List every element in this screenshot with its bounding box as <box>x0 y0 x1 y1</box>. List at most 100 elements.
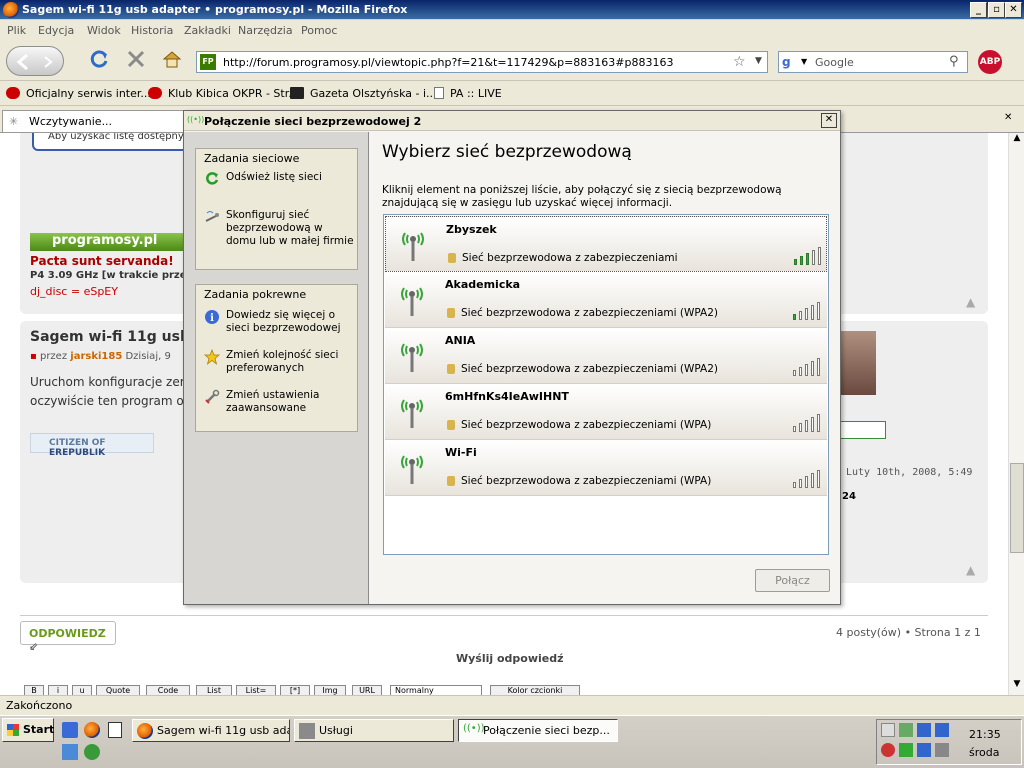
learn-more-link[interactable]: i Dowiedz się więcej o sieci bezprzewodo… <box>204 309 354 335</box>
scroll-down-icon[interactable]: ▼ <box>1010 679 1024 693</box>
post-author[interactable]: jarski185 <box>70 351 122 362</box>
connect-button[interactable]: Połącz <box>755 569 830 592</box>
home-icon[interactable] <box>162 49 182 69</box>
tray-icon[interactable] <box>899 723 913 737</box>
loading-spinner-icon: ✳ <box>9 115 19 128</box>
search-box[interactable]: g ▼ Google ⚲ <box>778 51 968 73</box>
signal-bar <box>817 358 820 376</box>
bookmark-item[interactable]: PA :: LIVE <box>434 87 502 100</box>
page-icon <box>434 87 444 99</box>
maximize-button[interactable]: ▫ <box>988 2 1005 18</box>
scroll-thumb[interactable] <box>1010 463 1024 553</box>
network-item[interactable]: 6mHfnKs4IeAwIHNT Sieć bezprzewodowa z zab… <box>385 384 827 440</box>
network-list[interactable]: Zbyszek Sieć bezprzewodowa z zabezpieczen… <box>383 214 829 555</box>
scroll-up-icon[interactable]: ▲ <box>1010 133 1024 147</box>
vertical-scrollbar[interactable]: ▲ ▼ <box>1008 133 1024 695</box>
reload-icon[interactable] <box>90 49 110 69</box>
start-button[interactable]: Start <box>2 718 54 742</box>
network-item[interactable]: ANIA Sieć bezprzewodowa z zabezpieczeniam… <box>385 328 827 384</box>
editor-img-button[interactable]: Img <box>314 685 346 695</box>
advanced-settings-link[interactable]: Zmień ustawienia zaawansowane <box>204 389 354 415</box>
quicklaunch-icon[interactable] <box>84 744 100 760</box>
close-button[interactable]: ✕ <box>1005 2 1022 18</box>
url-text: http://forum.programosy.pl/viewtopic.php… <box>223 56 674 69</box>
notepad-icon[interactable] <box>108 722 122 738</box>
signal-bar <box>805 420 808 432</box>
font-color-button[interactable]: Kolor czcionki <box>490 685 580 695</box>
wireless-dialog: ((•)) Połączenie sieci bezprzewodowej 2 … <box>183 110 841 605</box>
tab-close-icon[interactable]: ✕ <box>1004 112 1012 123</box>
start-label: Start <box>23 723 55 736</box>
firefox-quicklaunch-icon[interactable] <box>84 722 100 738</box>
menu-narzedzia[interactable]: Narzędzia <box>238 24 293 37</box>
wireless-antenna-icon <box>401 455 423 484</box>
url-bar[interactable]: FP http://forum.programosy.pl/viewtopic.… <box>196 51 768 73</box>
minimize-button[interactable]: _ <box>970 2 987 18</box>
taskbar-button-firefox[interactable]: Sagem wi-fi 11g usb ada... <box>132 719 290 742</box>
menu-plik[interactable]: Plik <box>7 24 26 37</box>
tray-icon[interactable] <box>881 743 895 757</box>
search-engine-dropdown-icon[interactable]: ▼ <box>801 57 807 66</box>
back-forward-button[interactable] <box>6 46 64 76</box>
network-tray-icon[interactable] <box>917 723 931 737</box>
taskbar-button-services[interactable]: Usługi <box>294 719 454 742</box>
bookmark-item[interactable]: Oficjalny serwis inter... <box>6 87 151 100</box>
reply-button[interactable]: ODPOWIEDZ ⇙ <box>20 621 116 653</box>
editor-list-button[interactable]: List <box>196 685 232 695</box>
network-item[interactable]: Akademicka Sieć bezprzewodowa z zabezpiec… <box>385 272 827 328</box>
configure-network-link[interactable]: Skonfiguruj sieć bezprzewodową w domu lu… <box>204 209 354 248</box>
editor-quote-button[interactable]: Quote <box>96 685 140 695</box>
menu-zakladki[interactable]: Zakładki <box>184 24 231 37</box>
quicklaunch-icon[interactable] <box>62 744 78 760</box>
network-item[interactable]: Wi-Fi Sieć bezprzewodowa z zabezpieczenia… <box>385 440 827 496</box>
dialog-close-button[interactable]: ✕ <box>821 113 837 128</box>
network-tray-icon[interactable] <box>917 743 931 757</box>
magnifier-icon[interactable]: ⚲ <box>949 54 959 69</box>
menu-widok[interactable]: Widok <box>87 24 121 37</box>
ie-icon[interactable] <box>62 722 78 738</box>
tray-icon[interactable] <box>935 743 949 757</box>
bookmark-item[interactable]: Gazeta Olsztyńska - i... <box>290 87 437 100</box>
bookmark-label: Klub Kibica OKPR - Str... <box>168 87 299 100</box>
clock[interactable]: 21:35 <box>969 728 1001 741</box>
scroll-top-icon[interactable]: ▲ <box>966 295 975 309</box>
change-order-link[interactable]: Zmień kolejność sieci preferowanych <box>204 349 354 375</box>
stop-icon[interactable] <box>126 49 146 69</box>
font-size-select[interactable]: Normalny <box>390 685 482 695</box>
menu-historia[interactable]: Historia <box>131 24 173 37</box>
bookmark-label: Gazeta Olsztyńska - i... <box>310 87 437 100</box>
refresh-list-link[interactable]: Odśwież listę sieci <box>204 171 354 185</box>
editor-underline-button[interactable]: u <box>72 685 92 695</box>
post-title[interactable]: Sagem wi-fi 11g usb a <box>30 329 204 345</box>
services-icon <box>299 723 315 739</box>
tab-loading[interactable]: ✳ Wczytywanie... <box>2 110 184 132</box>
signal-bar <box>793 426 796 432</box>
citizen-badge[interactable]: CITIZEN OF EREPUBLIK <box>30 433 154 458</box>
network-tasks-box: Zadania sieciowe Odśwież listę sieci Sko… <box>195 148 358 270</box>
editor-code-button[interactable]: Code <box>146 685 190 695</box>
bookmark-star-icon[interactable]: ☆ <box>733 54 746 70</box>
editor-bold-button[interactable]: B <box>24 685 44 695</box>
signal-bar <box>817 414 820 432</box>
adblock-icon[interactable]: ABP <box>978 50 1002 74</box>
google-icon[interactable]: g <box>782 55 798 69</box>
scroll-top-icon[interactable]: ▲ <box>966 563 975 577</box>
tray-icon[interactable] <box>881 723 895 737</box>
menu-edycja[interactable]: Edycja <box>38 24 74 37</box>
url-dropdown-icon[interactable]: ▼ <box>755 56 762 66</box>
banner[interactable]: programosy.pl <box>30 233 190 251</box>
signal-bar <box>811 473 814 488</box>
menu-pomoc[interactable]: Pomoc <box>301 24 337 37</box>
editor-italic-button[interactable]: i <box>48 685 68 695</box>
send-reply-heading: Wyślij odpowiedź <box>456 652 564 665</box>
editor-url-button[interactable]: URL <box>352 685 382 695</box>
network-tray-icon[interactable] <box>935 723 949 737</box>
taskbar-button-wireless[interactable]: ((•)) Połączenie sieci bezp... <box>458 719 618 742</box>
related-tasks-box: Zadania pokrewne i Dowiedz się więcej o … <box>195 284 358 432</box>
bookmark-item[interactable]: Klub Kibica OKPR - Str... <box>148 87 299 100</box>
tray-icon[interactable] <box>899 743 913 757</box>
editor-list-item-button[interactable]: [*] <box>280 685 310 695</box>
wireless-antenna-icon <box>401 287 423 316</box>
network-item[interactable]: Zbyszek Sieć bezprzewodowa z zabezpieczen… <box>385 216 827 272</box>
editor-list-numbered-button[interactable]: List= <box>236 685 276 695</box>
